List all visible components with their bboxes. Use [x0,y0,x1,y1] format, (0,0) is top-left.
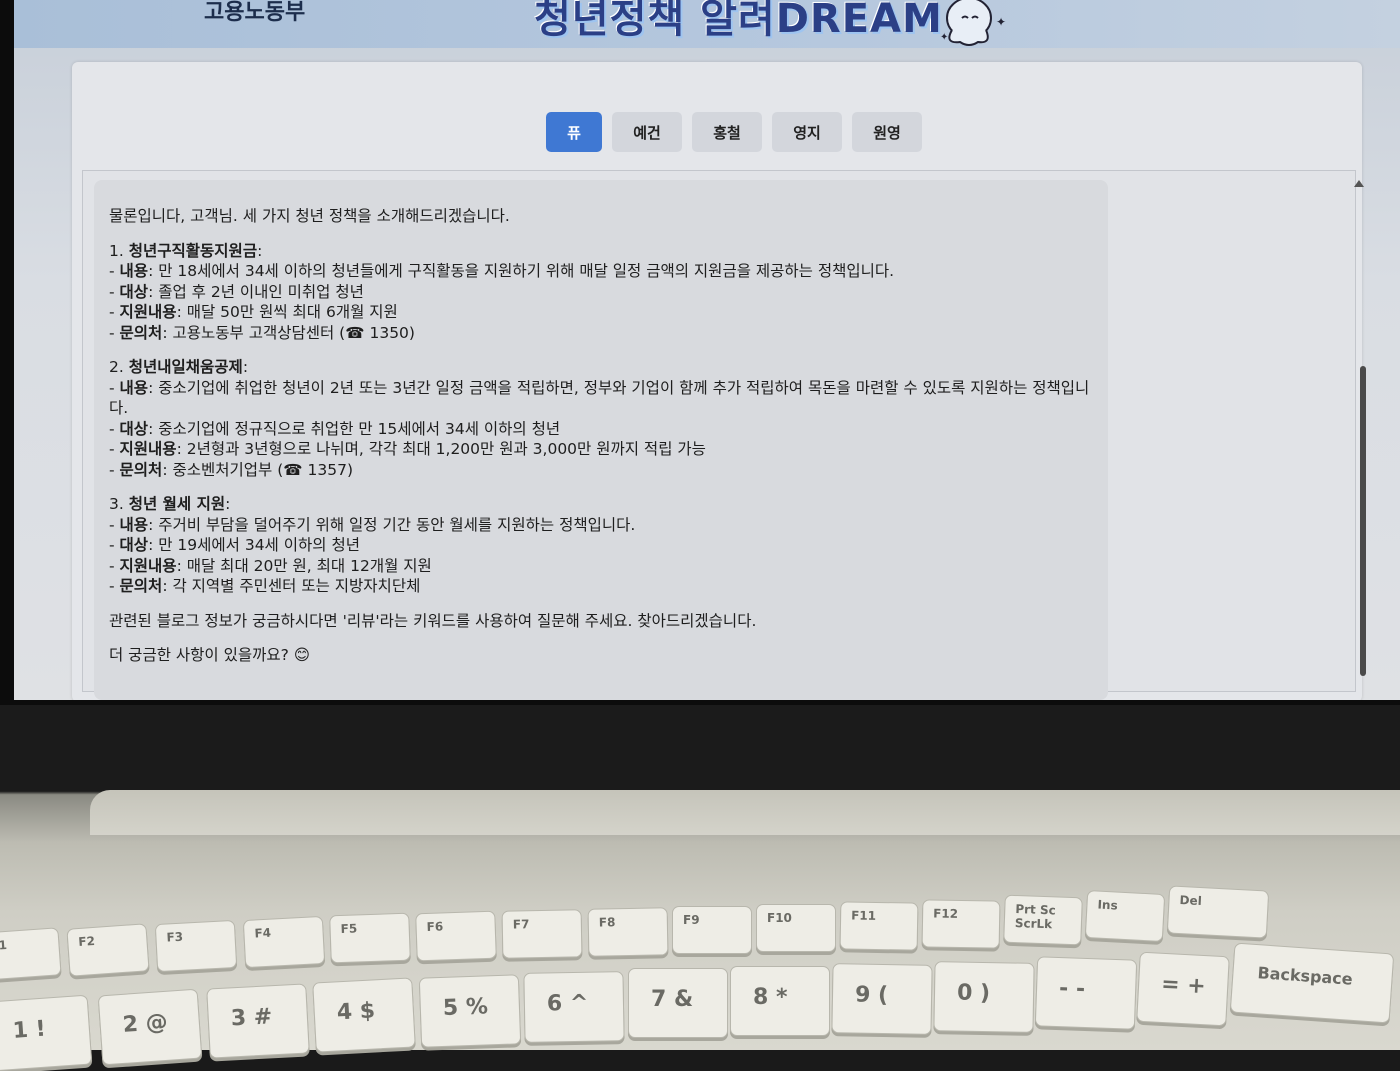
key-2[interactable]: 2 @ [97,988,203,1066]
key-6[interactable]: 6 ^ [523,971,625,1043]
key-equals[interactable]: = + [1136,951,1230,1027]
key-3[interactable]: 3 # [206,983,310,1059]
assistant-message: 물론입니다, 고객님. 세 가지 청년 정책을 소개해드리겠습니다. 1. 청년… [109,206,1099,680]
key-8[interactable]: 8 * [730,966,830,1036]
key-f12[interactable]: F12 [921,899,1001,949]
key-0[interactable]: 0 ) [933,961,1035,1033]
key-f8[interactable]: F8 [587,907,669,957]
key-f6[interactable]: F6 [415,910,497,962]
tab-pyu[interactable]: 퓨 [546,112,602,152]
key-del[interactable]: Del [1166,885,1270,939]
mascot-icon: ✦ ✦ [940,0,1006,46]
key-f7[interactable]: F7 [501,909,583,959]
policy-item: - 대상: 중소기업에 정규직으로 취업한 만 15세에서 34세 이하의 청년 [109,419,561,438]
policy-item: - 내용: 만 18세에서 34세 이하의 청년들에게 구직활동을 지원하기 위… [109,262,895,280]
key-4[interactable]: 4 $ [312,977,416,1053]
svg-text:✦: ✦ [996,15,1006,29]
laptop-hinge [90,790,1400,835]
policy-item: - 문의처: 각 지역별 주민센터 또는 지방자치단체 [109,577,421,595]
key-f11[interactable]: F11 [839,901,919,951]
policy-item: - 대상: 만 19세에서 34세 이하의 청년 [109,536,360,554]
key-9[interactable]: 9 ( [831,963,933,1035]
key-backspace[interactable]: Backspace [1229,942,1395,1024]
key-ins[interactable]: Ins [1084,889,1166,943]
policy-heading: 2. 청년내일채움공제: [109,358,249,376]
key-f4[interactable]: F4 [242,915,326,969]
policy-heading: 3. 청년 월세 지원: [109,495,231,513]
scrollbar-thumb[interactable] [1360,366,1366,676]
message-intro: 물론입니다, 고객님. 세 가지 청년 정책을 소개해드리겠습니다. [109,207,510,225]
policy-block: 1. 청년구직활동지원금: - 내용: 만 18세에서 34세 이하의 청년들에… [109,241,1099,344]
key-f10[interactable]: F10 [756,904,836,952]
browser-screen: 고용노동부 청년정책 알려DREAM ✦ ✦ 퓨 예건 홍철 영지 원영 물론입… [14,0,1400,700]
persona-tabs: 퓨 예건 홍철 영지 원영 [546,112,922,152]
message-closing: 더 궁금한 사항이 있을까요? 😊 [109,646,310,664]
policy-block: 3. 청년 월세 지원: - 내용: 주거비 부담을 덜어주기 위해 일정 기간… [109,494,1099,597]
key-prtsc[interactable]: Prt Sc ScrLk [1003,894,1083,946]
tab-yeongji[interactable]: 영지 [772,112,842,152]
key-f5[interactable]: F5 [329,912,411,964]
message-blog-hint: 관련된 블로그 정보가 궁금하시다면 '리뷰'라는 키워드를 사용하여 질문해 … [109,611,757,630]
key-minus[interactable]: - - [1034,956,1138,1030]
header-banner: 고용노동부 청년정책 알려DREAM ✦ ✦ [14,0,1400,48]
svg-text:✦: ✦ [940,32,948,43]
policy-item: - 지원내용: 2년형과 3년형으로 나뉘며, 각각 최대 1,200만 원과 … [109,440,706,458]
key-5[interactable]: 5 % [418,974,522,1048]
policy-item: - 내용: 중소기업에 취업한 청년이 2년 또는 3년간 일정 금액을 적립하… [109,378,1090,418]
site-title: 청년정책 알려DREAM [534,0,943,42]
scroll-up-arrow-icon[interactable] [1354,180,1364,187]
key-f2[interactable]: F2 [66,923,150,977]
key-1[interactable]: 1 ! [0,994,93,1071]
key-f1[interactable]: F1 [0,927,62,981]
key-f3[interactable]: F3 [154,919,238,973]
ministry-logo: 고용노동부 [204,0,306,25]
policy-item: - 문의처: 중소벤처기업부 (☎ 1357) [109,460,353,479]
policy-item: - 문의처: 고용노동부 고객상담센터 (☎ 1350) [109,323,415,342]
key-7[interactable]: 7 & [628,968,728,1038]
policy-item: - 지원내용: 매달 50만 원씩 최대 6개월 지원 [109,303,398,321]
policy-block: 2. 청년내일채움공제: - 내용: 중소기업에 취업한 청년이 2년 또는 3… [109,357,1099,480]
tab-hongcheol[interactable]: 홍철 [692,112,762,152]
keyboard: F1 F2 F3 F4 F5 F6 F7 F8 F9 F10 F11 F12 P… [0,880,1400,1071]
tab-wonyoung[interactable]: 원영 [852,112,922,152]
tab-yegeon[interactable]: 예건 [612,112,682,152]
policy-heading: 1. 청년구직활동지원금: [109,241,263,260]
key-f9[interactable]: F9 [672,906,752,954]
policy-item: - 대상: 졸업 후 2년 이내인 미취업 청년 [109,282,364,301]
policy-item: - 지원내용: 매달 최대 20만 원, 최대 12개월 지원 [109,556,432,575]
policy-item: - 내용: 주거비 부담을 덜어주기 위해 일정 기간 동안 월세를 지원하는 … [109,515,636,534]
